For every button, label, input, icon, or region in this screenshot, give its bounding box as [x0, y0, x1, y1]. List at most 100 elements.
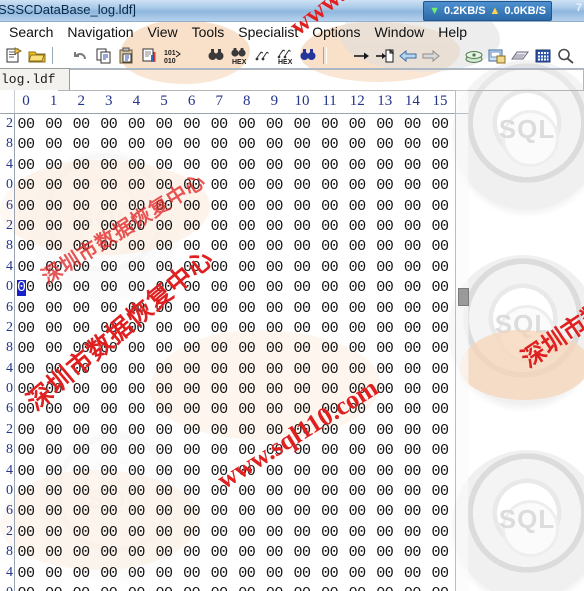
hex-byte-cell[interactable]: 00 [68, 442, 94, 459]
hex-byte-cell[interactable]: 00 [289, 177, 315, 194]
hex-byte-cell[interactable]: 00 [96, 381, 122, 398]
hex-byte-cell[interactable]: 00 [123, 401, 149, 418]
copy-icon[interactable] [93, 45, 115, 67]
hex-byte-cell[interactable]: 00 [151, 157, 177, 174]
hex-byte-cell[interactable]: 00 [179, 381, 205, 398]
hex-byte-cell[interactable]: 00 [427, 320, 453, 337]
hex-byte-cell[interactable]: 00 [427, 422, 453, 439]
hex-byte-cell[interactable]: 00 [234, 381, 260, 398]
hex-byte-cell[interactable]: 00 [206, 300, 232, 317]
hex-byte-cell[interactable]: 00 [179, 585, 205, 591]
hex-byte-cell[interactable]: 00 [123, 177, 149, 194]
hex-byte-cell[interactable]: 00 [344, 238, 370, 255]
hex-byte-cell[interactable]: 00 [344, 320, 370, 337]
hex-byte-cell[interactable]: 00 [41, 565, 67, 582]
hex-byte-cell[interactable]: 00 [261, 340, 287, 357]
hex-byte-cell[interactable]: 00 [344, 198, 370, 215]
hex-byte-cell[interactable]: 00 [123, 463, 149, 480]
hex-byte-cell[interactable]: 00 [68, 524, 94, 541]
hex-byte-cell[interactable]: 00 [427, 401, 453, 418]
hex-byte-cell[interactable]: 00 [179, 218, 205, 235]
find-hex-icon[interactable]: HEX [228, 45, 250, 67]
hex-byte-cell[interactable]: 00 [344, 585, 370, 591]
hex-byte-cell[interactable]: 00 [41, 585, 67, 591]
hex-byte-cell[interactable]: 00 [234, 198, 260, 215]
hex-byte-cell[interactable]: 00 [399, 503, 425, 520]
file-tools-icon[interactable] [509, 45, 531, 67]
hex-byte-cell[interactable]: 00 [41, 116, 67, 133]
hex-byte-cell[interactable]: 00 [123, 361, 149, 378]
hex-byte-cell[interactable]: 00 [151, 401, 177, 418]
hex-byte-cell[interactable]: 00 [13, 116, 39, 133]
hex-byte-cell[interactable]: 00 [427, 279, 453, 296]
hex-byte-cell[interactable]: 00 [317, 544, 343, 561]
hex-byte-cell[interactable]: 00 [427, 300, 453, 317]
hex-byte-cell[interactable]: 00 [41, 544, 67, 561]
hex-byte-cell[interactable]: 00 [261, 422, 287, 439]
hex-byte-cell[interactable]: 00 [344, 340, 370, 357]
hex-byte-cell[interactable]: 00 [96, 401, 122, 418]
hex-byte-cell[interactable]: 00 [68, 585, 94, 591]
hex-byte-cell[interactable]: 00 [206, 524, 232, 541]
hex-byte-cell[interactable]: 00 [179, 361, 205, 378]
hex-byte-cell[interactable]: 00 [96, 157, 122, 174]
hex-byte-cell[interactable]: 00 [13, 422, 39, 439]
hex-byte-cell[interactable]: 00 [41, 177, 67, 194]
hex-byte-cell[interactable]: 00 [427, 361, 453, 378]
hex-row[interactable]: 6 00 00 00 00 00 00 00 00 00 00 00 00 00 00 00 00 [0, 399, 468, 419]
hex-byte-cell[interactable]: 00 [261, 361, 287, 378]
hex-byte-cell[interactable]: 00 [234, 483, 260, 500]
menu-item-options[interactable]: Options [305, 24, 367, 40]
hex-byte-cell[interactable]: 00 [13, 524, 39, 541]
hex-byte-cell[interactable]: 00 [179, 259, 205, 276]
vertical-scrollbar[interactable] [455, 90, 469, 591]
hex-byte-cell[interactable]: 00 [179, 198, 205, 215]
hex-byte-cell[interactable]: 00 [123, 340, 149, 357]
hex-byte-cell[interactable]: 00 [41, 320, 67, 337]
open-folder-icon[interactable] [26, 45, 48, 67]
hex-byte-cell[interactable]: 00 [234, 238, 260, 255]
menu-item-window[interactable]: Window [367, 24, 431, 40]
hex-byte-cell[interactable]: 00 [206, 198, 232, 215]
hex-byte-cell[interactable]: 00 [427, 442, 453, 459]
hex-byte-cell[interactable]: 00 [179, 300, 205, 317]
hex-byte-cell[interactable]: 00 [206, 218, 232, 235]
hex-byte-cell[interactable]: 00 [96, 361, 122, 378]
hex-byte-cell[interactable]: 00 [123, 585, 149, 591]
hex-byte-cell[interactable]: 00 [261, 320, 287, 337]
hex-byte-cell[interactable]: 00 [96, 218, 122, 235]
hex-byte-cell[interactable]: 00 [427, 218, 453, 235]
hex-byte-cell[interactable]: 00 [96, 116, 122, 133]
hex-byte-cell[interactable]: 00 [151, 381, 177, 398]
hex-byte-cell[interactable]: 00 [151, 422, 177, 439]
hex-byte-cell[interactable]: 00 [427, 544, 453, 561]
hex-byte-cell[interactable]: 00 [13, 340, 39, 357]
hex-byte-cell[interactable]: 00 [289, 483, 315, 500]
hex-byte-cell[interactable]: 00 [344, 483, 370, 500]
disk-edit-icon[interactable] [463, 45, 485, 67]
hex-byte-cell[interactable]: 00 [427, 340, 453, 357]
hex-byte-cell[interactable]: 00 [317, 422, 343, 439]
hex-byte-cell[interactable]: 00 [399, 524, 425, 541]
hex-byte-cell[interactable]: 00 [151, 218, 177, 235]
hex-byte-cell[interactable]: 00 [427, 177, 453, 194]
hex-byte-cell[interactable]: 00 [317, 585, 343, 591]
hex-byte-cell[interactable]: 00 [41, 300, 67, 317]
hex-byte-cell[interactable]: 00 [261, 503, 287, 520]
hex-byte-cell[interactable]: 00 [206, 279, 232, 296]
hex-byte-cell[interactable]: 00 [289, 259, 315, 276]
hex-byte-cell[interactable]: 00 [261, 259, 287, 276]
hex-byte-cell[interactable]: 00 [123, 483, 149, 500]
hex-byte-cell[interactable]: 00 [206, 381, 232, 398]
hex-row[interactable]: 0000000000000000000000000000000000 [0, 277, 468, 297]
hex-byte-cell[interactable]: 00 [179, 136, 205, 153]
hex-row[interactable]: 4 00 00 00 00 00 00 00 00 00 00 00 00 00 00 00 00 [0, 563, 468, 583]
hex-byte-cell[interactable]: 00 [427, 483, 453, 500]
hex-byte-cell[interactable]: 00 [151, 300, 177, 317]
hex-byte-cell[interactable]: 00 [344, 381, 370, 398]
hex-byte-cell[interactable]: 00 [399, 442, 425, 459]
hex-byte-cell[interactable]: 00 [399, 544, 425, 561]
hex-byte-cell[interactable]: 00 [151, 483, 177, 500]
hex-byte-cell[interactable]: 00 [372, 136, 398, 153]
hex-byte-cell[interactable]: 00 [13, 565, 39, 582]
